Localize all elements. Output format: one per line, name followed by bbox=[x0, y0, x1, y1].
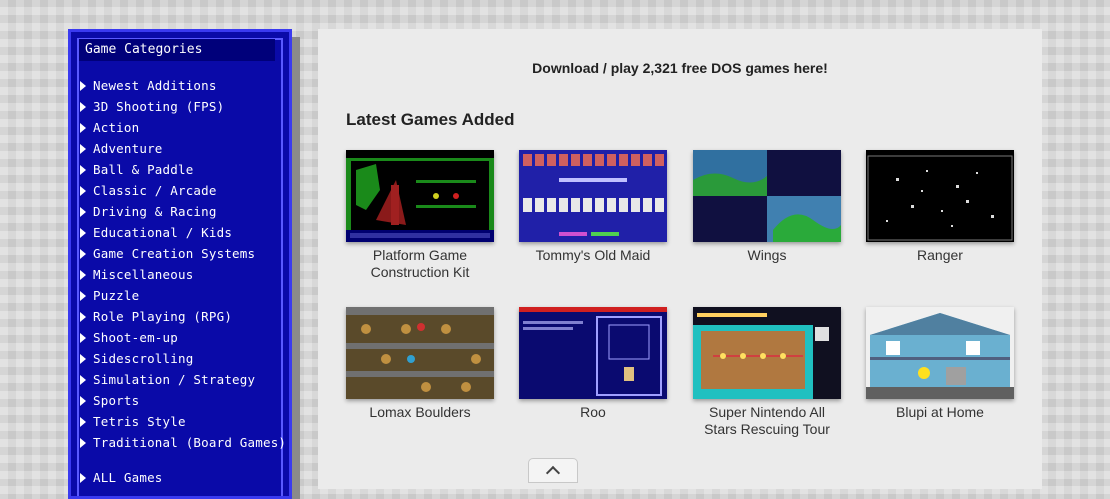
game-screenshot[interactable] bbox=[866, 307, 1014, 399]
category-label: Role Playing (RPG) bbox=[93, 309, 233, 324]
triangle-right-icon bbox=[80, 437, 86, 448]
main-panel: Download / play 2,321 free DOS games her… bbox=[318, 29, 1042, 489]
game-title[interactable]: Tommy's Old Maid bbox=[519, 247, 667, 264]
category-label: 3D Shooting (FPS) bbox=[93, 99, 225, 114]
category-sidebar: Game Categories Newest Additions 3D Shoo… bbox=[68, 29, 292, 499]
game-card-roo[interactable]: Roo bbox=[519, 307, 667, 421]
game-screenshot[interactable] bbox=[866, 150, 1014, 242]
category-label: Traditional (Board Games) bbox=[93, 435, 287, 450]
triangle-right-icon bbox=[80, 290, 86, 301]
category-item-sidescrolling[interactable]: Sidescrolling bbox=[80, 348, 286, 369]
category-label: ALL Games bbox=[93, 470, 163, 485]
games-count-banner: Download / play 2,321 free DOS games her… bbox=[532, 60, 828, 76]
triangle-right-icon bbox=[80, 143, 86, 154]
section-title: Latest Games Added bbox=[346, 110, 515, 129]
triangle-right-icon bbox=[80, 185, 86, 196]
game-card-super-nintendo-all-stars[interactable]: Super Nintendo All Stars Rescuing Tour bbox=[693, 307, 841, 438]
category-item-newest[interactable]: Newest Additions bbox=[80, 75, 286, 96]
game-title[interactable]: Platform Game Construction Kit bbox=[346, 247, 494, 281]
category-item-puzzle[interactable]: Puzzle bbox=[80, 285, 286, 306]
triangle-right-icon bbox=[80, 80, 86, 91]
category-item-rpg[interactable]: Role Playing (RPG) bbox=[80, 306, 286, 327]
triangle-right-icon bbox=[80, 353, 86, 364]
triangle-right-icon bbox=[80, 122, 86, 133]
triangle-right-icon bbox=[80, 416, 86, 427]
category-label: Puzzle bbox=[93, 288, 140, 303]
category-label: Sports bbox=[93, 393, 140, 408]
game-card-lomax-boulders[interactable]: Lomax Boulders bbox=[346, 307, 494, 421]
triangle-right-icon bbox=[80, 101, 86, 112]
category-item-sports[interactable]: Sports bbox=[80, 390, 286, 411]
game-card-ranger[interactable]: Ranger bbox=[866, 150, 1014, 264]
triangle-right-icon bbox=[80, 206, 86, 217]
category-label: Adventure bbox=[93, 141, 163, 156]
game-screenshot[interactable] bbox=[693, 150, 841, 242]
category-item-ball-paddle[interactable]: Ball & Paddle bbox=[80, 159, 286, 180]
category-label: Educational / Kids bbox=[93, 225, 233, 240]
category-label: Tetris Style bbox=[93, 414, 186, 429]
game-title[interactable]: Blupi at Home bbox=[866, 404, 1014, 421]
game-card-blupi-at-home[interactable]: Blupi at Home bbox=[866, 307, 1014, 421]
triangle-right-icon bbox=[80, 269, 86, 280]
category-label: Classic / Arcade bbox=[93, 183, 217, 198]
triangle-right-icon bbox=[80, 311, 86, 322]
category-item-shoot-em-up[interactable]: Shoot-em-up bbox=[80, 327, 286, 348]
category-header: Game Categories bbox=[79, 39, 275, 61]
category-label: Shoot-em-up bbox=[93, 330, 178, 345]
scroll-to-top-button[interactable] bbox=[528, 458, 578, 483]
game-card-tommys-old-maid[interactable]: Tommy's Old Maid bbox=[519, 150, 667, 264]
category-item-adventure[interactable]: Adventure bbox=[80, 138, 286, 159]
category-label: Action bbox=[93, 120, 140, 135]
chevron-up-icon bbox=[545, 465, 561, 481]
triangle-right-icon bbox=[80, 227, 86, 238]
category-label: Driving & Racing bbox=[93, 204, 217, 219]
game-screenshot[interactable] bbox=[346, 150, 494, 242]
category-label: Simulation / Strategy bbox=[93, 372, 256, 387]
triangle-right-icon bbox=[80, 248, 86, 259]
category-item-miscellaneous[interactable]: Miscellaneous bbox=[80, 264, 286, 285]
category-label: Game Creation Systems bbox=[93, 246, 256, 261]
game-card-platform-game-construction-kit[interactable]: Platform Game Construction Kit bbox=[346, 150, 494, 281]
category-item-driving-racing[interactable]: Driving & Racing bbox=[80, 201, 286, 222]
category-label: Miscellaneous bbox=[93, 267, 194, 282]
game-title[interactable]: Ranger bbox=[866, 247, 1014, 264]
triangle-right-icon bbox=[80, 472, 86, 483]
game-screenshot[interactable] bbox=[346, 307, 494, 399]
category-list: Newest Additions 3D Shooting (FPS) Actio… bbox=[80, 75, 286, 453]
game-title[interactable]: Lomax Boulders bbox=[346, 404, 494, 421]
game-title[interactable]: Wings bbox=[693, 247, 841, 264]
category-item-educational[interactable]: Educational / Kids bbox=[80, 222, 286, 243]
category-item-classic-arcade[interactable]: Classic / Arcade bbox=[80, 180, 286, 201]
triangle-right-icon bbox=[80, 164, 86, 175]
category-item-all-games[interactable]: ALL Games bbox=[80, 467, 163, 488]
triangle-right-icon bbox=[80, 332, 86, 343]
category-item-fps[interactable]: 3D Shooting (FPS) bbox=[80, 96, 286, 117]
game-screenshot[interactable] bbox=[519, 307, 667, 399]
triangle-right-icon bbox=[80, 374, 86, 385]
category-item-tetris[interactable]: Tetris Style bbox=[80, 411, 286, 432]
game-card-wings[interactable]: Wings bbox=[693, 150, 841, 264]
category-item-action[interactable]: Action bbox=[80, 117, 286, 138]
category-label: Ball & Paddle bbox=[93, 162, 194, 177]
game-title[interactable]: Roo bbox=[519, 404, 667, 421]
category-label: Sidescrolling bbox=[93, 351, 194, 366]
triangle-right-icon bbox=[80, 395, 86, 406]
category-item-simulation-strategy[interactable]: Simulation / Strategy bbox=[80, 369, 286, 390]
category-item-traditional[interactable]: Traditional (Board Games) bbox=[80, 432, 286, 453]
game-screenshot[interactable] bbox=[519, 150, 667, 242]
game-screenshot[interactable] bbox=[693, 307, 841, 399]
game-title[interactable]: Super Nintendo All Stars Rescuing Tour bbox=[693, 404, 841, 438]
category-label: Newest Additions bbox=[93, 78, 217, 93]
category-item-game-creation[interactable]: Game Creation Systems bbox=[80, 243, 286, 264]
